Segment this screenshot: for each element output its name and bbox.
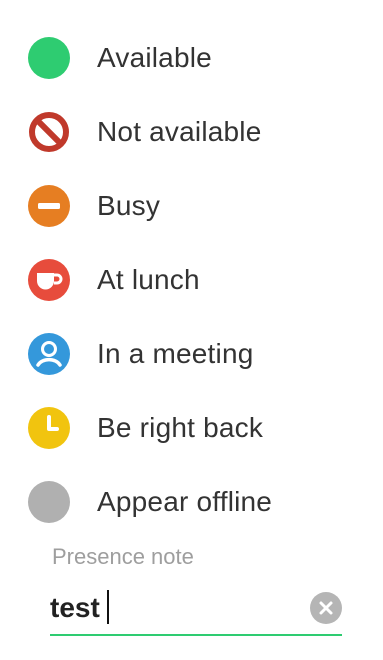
status-option-busy[interactable]: Busy	[0, 169, 383, 243]
status-label: At lunch	[97, 264, 200, 295]
status-option-available[interactable]: Available	[0, 21, 383, 95]
status-label: Be right back	[97, 412, 264, 443]
text-caret	[107, 590, 109, 624]
person-circle-icon	[27, 332, 71, 376]
presence-note-label: Presence note	[52, 544, 194, 569]
status-label: Available	[97, 42, 212, 73]
clear-icon[interactable]	[310, 592, 342, 624]
minus-circle-icon	[27, 184, 71, 228]
status-option-not-available[interactable]: Not available	[0, 95, 383, 169]
clock-icon	[27, 406, 71, 450]
offline-dot-icon	[27, 480, 71, 524]
prohibited-icon	[27, 110, 71, 154]
status-option-appear-offline[interactable]: Appear offline	[0, 465, 383, 539]
status-label: In a meeting	[97, 338, 254, 369]
presence-note-input[interactable]	[50, 584, 300, 632]
presence-status-menu: Available Not available Busy At lunch In…	[0, 0, 383, 660]
available-dot-icon	[27, 36, 71, 80]
status-option-at-lunch[interactable]: At lunch	[0, 243, 383, 317]
status-label: Appear offline	[97, 486, 273, 517]
status-option-be-right-back[interactable]: Be right back	[0, 391, 383, 465]
status-label: Not available	[97, 116, 262, 147]
presence-note-field	[50, 584, 342, 636]
status-label: Busy	[97, 190, 161, 221]
coffee-cup-icon	[27, 258, 71, 302]
status-option-in-a-meeting[interactable]: In a meeting	[0, 317, 383, 391]
